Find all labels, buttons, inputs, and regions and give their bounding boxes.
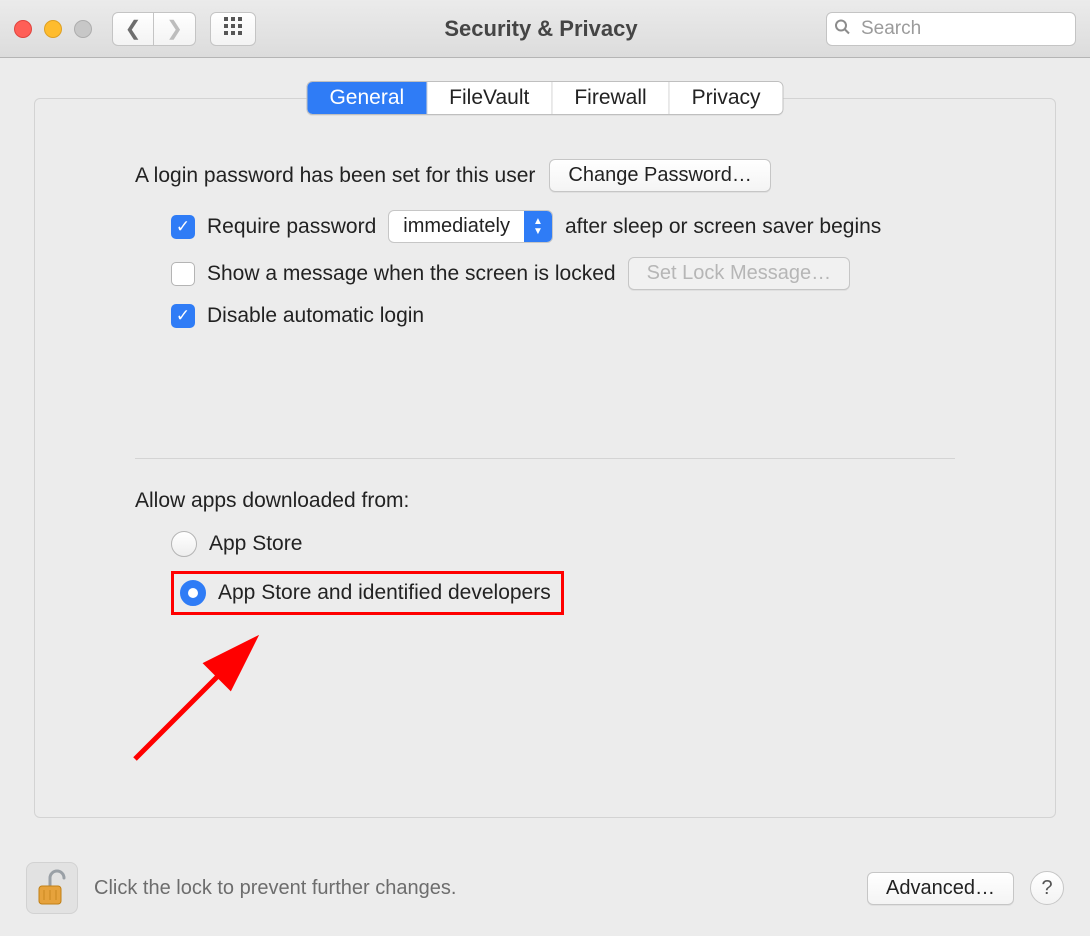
- tab-general[interactable]: General: [307, 82, 427, 114]
- allow-apps-label: Allow apps downloaded from:: [135, 489, 955, 513]
- require-password-checkbox[interactable]: ✓: [171, 215, 195, 239]
- lock-hint-text: Click the lock to prevent further change…: [94, 877, 851, 900]
- search-input[interactable]: [826, 12, 1076, 46]
- checkmark-icon: ✓: [176, 306, 190, 326]
- show-message-checkbox[interactable]: [171, 262, 195, 286]
- tab-filevault[interactable]: FileVault: [427, 82, 552, 114]
- tab-firewall[interactable]: Firewall: [552, 82, 669, 114]
- search-field-wrap: [826, 12, 1076, 46]
- require-password-row: ✓ Require password immediately ▲▼ after …: [171, 210, 955, 243]
- require-password-label: Require password: [207, 215, 376, 239]
- section-divider: [135, 458, 955, 459]
- minimize-window-button[interactable]: [44, 20, 62, 38]
- require-password-delay-select[interactable]: immediately ▲▼: [388, 210, 553, 243]
- forward-button[interactable]: ❯: [154, 12, 196, 46]
- main-stage: General FileVault Firewall Privacy A log…: [0, 58, 1090, 838]
- nav-buttons: ❮ ❯: [112, 12, 196, 46]
- close-window-button[interactable]: [14, 20, 32, 38]
- radio-row-identified-developers: App Store and identified developers: [171, 571, 955, 615]
- unlocked-padlock-icon: [35, 868, 69, 908]
- select-stepper-icon: ▲▼: [524, 211, 552, 242]
- disable-auto-login-label: Disable automatic login: [207, 304, 424, 328]
- annotation-arrow-icon: [125, 629, 285, 769]
- login-password-text: A login password has been set for this u…: [135, 164, 535, 188]
- show-all-button[interactable]: [210, 12, 256, 46]
- change-password-button[interactable]: Change Password…: [549, 159, 770, 192]
- login-password-row: A login password has been set for this u…: [135, 159, 955, 192]
- select-value: immediately: [389, 211, 524, 242]
- require-password-suffix: after sleep or screen saver begins: [565, 215, 881, 239]
- radio-app-store[interactable]: [171, 531, 197, 557]
- settings-panel: General FileVault Firewall Privacy A log…: [34, 98, 1056, 818]
- window-controls: [14, 20, 92, 38]
- disable-auto-login-checkbox[interactable]: ✓: [171, 304, 195, 328]
- annotation-highlight-box: App Store and identified developers: [171, 571, 564, 615]
- radio-identified-developers-label: App Store and identified developers: [218, 581, 551, 605]
- tab-privacy[interactable]: Privacy: [670, 82, 783, 114]
- window-toolbar: ❮ ❯ Security & Privacy: [0, 0, 1090, 58]
- footer-bar: Click the lock to prevent further change…: [0, 848, 1090, 936]
- lock-button[interactable]: [26, 862, 78, 914]
- disable-auto-login-row: ✓ Disable automatic login: [171, 304, 955, 328]
- checkmark-icon: ✓: [176, 217, 190, 237]
- radio-row-app-store: App Store: [171, 531, 955, 557]
- zoom-window-button[interactable]: [74, 20, 92, 38]
- back-button[interactable]: ❮: [112, 12, 154, 46]
- chevron-right-icon: ❯: [166, 16, 183, 41]
- help-button[interactable]: ?: [1030, 871, 1064, 905]
- show-message-label: Show a message when the screen is locked: [207, 262, 616, 286]
- panel-body: A login password has been set for this u…: [35, 99, 1055, 615]
- set-lock-message-button[interactable]: Set Lock Message…: [628, 257, 851, 290]
- grid-icon: [223, 16, 243, 41]
- advanced-button[interactable]: Advanced…: [867, 872, 1014, 905]
- tab-bar: General FileVault Firewall Privacy: [306, 81, 783, 115]
- radio-app-store-label: App Store: [209, 532, 302, 556]
- chevron-left-icon: ❮: [125, 16, 142, 41]
- window-title: Security & Privacy: [270, 16, 812, 42]
- help-icon: ?: [1041, 877, 1052, 900]
- show-message-row: Show a message when the screen is locked…: [171, 257, 955, 290]
- radio-identified-developers[interactable]: [180, 580, 206, 606]
